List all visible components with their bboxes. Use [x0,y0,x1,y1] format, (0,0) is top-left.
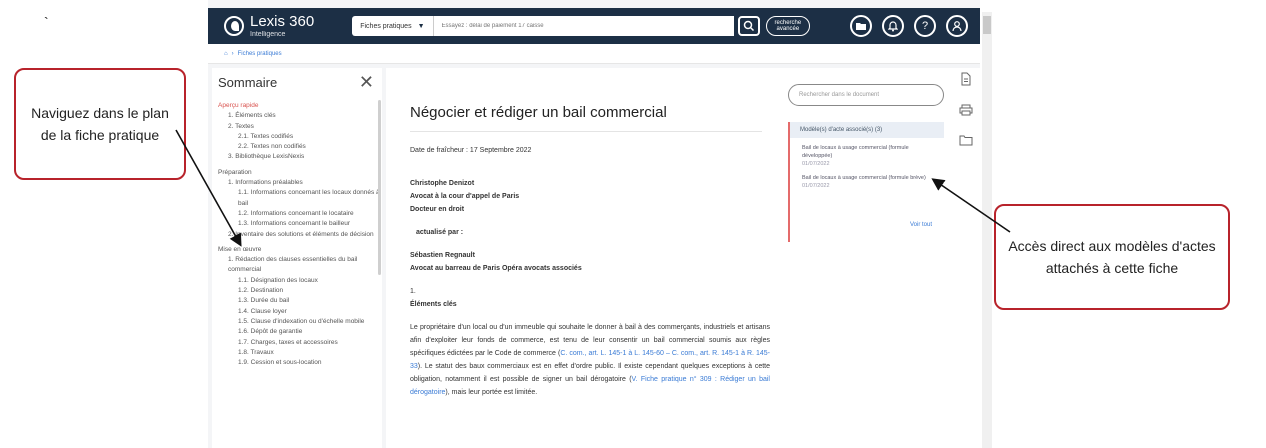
section-title: Éléments clés [410,301,457,308]
advanced-search-button[interactable]: recherche avancée [765,16,811,36]
top-bar: Lexis 360 Intelligence Fiches pratiques … [208,8,980,44]
updater-name: Sébastien Regnault [410,252,475,259]
scrollbar-thumb[interactable] [983,16,991,34]
search-icon [743,20,754,32]
toc-item[interactable]: 1.2. Informations concernant le locatair… [218,209,382,219]
toc-item[interactable]: 1.6. Dépôt de garantie [218,327,382,337]
sidebar-header: Sommaire ✕ [212,68,382,96]
author-role-2: Docteur en droit [410,206,465,213]
home-icon[interactable]: ⌂ [224,51,228,57]
toc-item[interactable]: 2. Inventaire des solutions et éléments … [218,230,382,240]
app-window: Lexis 360 Intelligence Fiches pratiques … [208,0,980,448]
associated-models-panel: Modèle(s) d'acte associé(s) (3) Bail de … [788,122,944,242]
toc-scrollbar[interactable] [378,100,381,275]
model-title: Bail de locaux à usage commercial (formu… [802,145,909,159]
toc-section[interactable]: Préparation [218,168,382,178]
callout-models: Accès direct aux modèles d'actes attaché… [994,204,1230,310]
toc-item[interactable]: 1.5. Clause d'indexation ou d'échelle mo… [218,317,382,327]
folder-outline-icon[interactable] [959,134,973,146]
toc-item[interactable]: 1.9. Cession et sous-location [218,358,382,368]
toc-item[interactable]: 1.8. Travaux [218,348,382,358]
in-document-search-placeholder: Rechercher dans le document [799,92,880,98]
search-button[interactable] [737,16,760,36]
see-all-link[interactable]: Voir tout [910,222,932,228]
logo-title: Lexis 360 [250,13,315,30]
toc-item[interactable]: 1. Informations préalables [218,178,382,188]
caret-down-icon: ▼ [417,22,425,30]
search-input[interactable] [433,16,734,36]
stray-mark: ` [44,14,49,30]
right-toolbar [956,72,976,146]
models-header[interactable]: Modèle(s) d'acte associé(s) (3) [790,122,944,138]
logo-icon [224,16,244,36]
paragraph-text-3: ), mais leur portée est limitée. [445,389,538,396]
bell-icon [888,20,898,31]
body-paragraph: Le propriétaire d'un local ou d'un immeu… [410,321,770,399]
close-icon[interactable]: ✕ [359,73,374,91]
toc-list: Aperçu rapide 1. Éléments clés 2. Textes 2.… [212,101,382,368]
notifications-button[interactable] [882,15,904,37]
document-pane: Négocier et rédiger un bail commercial D… [386,68,980,448]
table-of-contents: Sommaire ✕ Aperçu rapide 1. Éléments clés… [212,68,382,448]
freshness-date: Date de fraîcheur : 17 Septembre 2022 [410,147,532,154]
model-item[interactable]: Bail de locaux à usage commercial (formu… [790,168,944,190]
print-icon[interactable] [959,104,973,116]
search-scope-label: Fiches pratiques [360,22,412,30]
author-name: Christophe Denizot [410,180,475,187]
top-icons: ? [850,15,968,37]
updater-role: Avocat au barreau de Paris Opéra avocats… [410,265,582,272]
toc-item[interactable]: 3. Bibliothèque LexisNexis [218,152,382,162]
updated-by-label: actualisé par : [416,229,464,236]
toc-item[interactable]: 1.2. Destination [218,286,382,296]
toc-item[interactable]: 1.7. Charges, taxes et accessoires [218,338,382,348]
toc-item[interactable]: 2.1. Textes codifiés [218,132,382,142]
model-title: Bail de locaux à usage commercial (formu… [802,175,926,181]
search-scope-select[interactable]: Fiches pratiques ▼ [352,16,434,36]
author-role-1: Avocat à la cour d'appel de Paris [410,193,520,200]
toc-item[interactable]: 1. Éléments clés [218,111,382,121]
question-icon: ? [921,20,929,32]
breadcrumb: ⌂ › Fiches pratiques [208,44,980,64]
document-icon[interactable] [960,72,972,86]
title-divider [410,131,762,132]
callout-navigation: Naviguez dans le plan de la fiche pratiq… [14,68,186,180]
toc-item[interactable]: 2.2. Textes non codifiés [218,142,382,152]
user-icon [952,21,962,32]
sidebar-title: Sommaire [218,74,278,90]
document-body: Date de fraîcheur : 17 Septembre 2022 Ch… [410,144,770,399]
document-title: Négocier et rédiger un bail commercial [410,104,667,121]
account-button[interactable] [946,15,968,37]
folder-icon [856,23,866,30]
page-scrollbar[interactable] [982,12,992,448]
toc-item[interactable]: 1.3. Informations concernant le bailleur [218,219,382,229]
help-button[interactable]: ? [914,15,936,37]
logo[interactable]: Lexis 360 Intelligence [224,14,314,38]
folder-button[interactable] [850,15,872,37]
model-date: 01/07/2022 [802,161,830,167]
toc-item[interactable]: 1.1. Informations concernant les locaux … [218,188,382,209]
model-date: 01/07/2022 [802,183,830,189]
search-group: Fiches pratiques ▼ recherche avancée [352,16,811,36]
model-item[interactable]: Bail de locaux à usage commercial (formu… [790,138,944,168]
toc-item[interactable]: 1.3. Durée du bail [218,296,382,306]
toc-item[interactable]: 1.4. Clause loyer [218,307,382,317]
breadcrumb-link[interactable]: Fiches pratiques [238,51,282,57]
toc-section[interactable]: Mise en œuvre [218,245,382,255]
section-number: 1. [410,288,416,295]
toc-section[interactable]: Aperçu rapide [218,101,382,111]
advanced-search-line2: avancée [776,26,800,32]
toc-item[interactable]: 2. Textes [218,122,382,132]
logo-subtitle: Intelligence [250,31,286,38]
in-document-search-input[interactable]: Rechercher dans le document [788,84,944,106]
breadcrumb-separator-icon: › [231,50,234,57]
toc-item[interactable]: 1.1. Désignation des locaux [218,276,382,286]
toc-item[interactable]: 1. Rédaction des clauses essentielles du… [218,255,382,276]
